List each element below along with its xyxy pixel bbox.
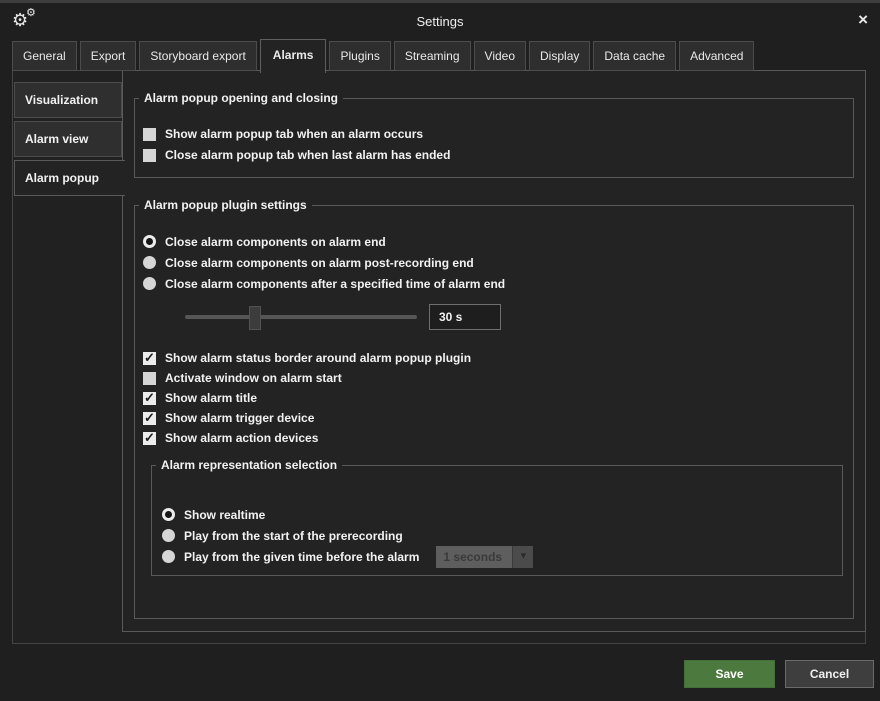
titlebar: ⚙ ⚙ Settings ×	[0, 0, 880, 40]
check-icon: ✓	[144, 390, 155, 405]
side-tab-alarm-view[interactable]: Alarm view	[14, 121, 122, 157]
close-time-slider-thumb[interactable]	[249, 306, 261, 330]
radio-show-realtime[interactable]: Show realtime	[162, 506, 832, 523]
checkbox-activate-window-on-alarm-start[interactable]: Activate window on alarm start	[143, 370, 843, 386]
tab-storyboard-export[interactable]: Storyboard export	[139, 41, 256, 71]
radio-dot	[162, 508, 175, 521]
checkbox-label: Activate window on alarm start	[165, 371, 342, 385]
radio-label: Show realtime	[184, 508, 265, 522]
checkbox-box: ✓	[143, 352, 156, 365]
checkbox-box	[143, 149, 156, 162]
tab-data-cache[interactable]: Data cache	[593, 41, 676, 71]
group-alarm-representation-selection: Alarm representation selection Show real…	[151, 458, 843, 576]
radio-close-on-post-recording-end[interactable]: Close alarm components on alarm post-rec…	[143, 254, 843, 271]
radio-dot	[143, 277, 156, 290]
radio-label: Close alarm components on alarm end	[165, 235, 386, 249]
radio-play-from-prerecording-start[interactable]: Play from the start of the prerecording	[162, 527, 832, 544]
checkbox-box: ✓	[143, 432, 156, 445]
group-title: Alarm representation selection	[156, 458, 342, 472]
save-button[interactable]: Save	[684, 660, 775, 688]
checkbox-show-alarm-popup-tab[interactable]: Show alarm popup tab when an alarm occur…	[143, 126, 843, 142]
check-icon: ✓	[144, 350, 155, 365]
check-icon: ✓	[144, 430, 155, 445]
group-alarm-popup-opening-closing: Alarm popup opening and closing Show ala…	[134, 91, 854, 178]
radio-label: Play from the given time before the alar…	[184, 550, 419, 564]
radio-play-from-given-time[interactable]: Play from the given time before the alar…	[162, 548, 832, 565]
tab-display[interactable]: Display	[529, 41, 590, 71]
close-icon[interactable]: ×	[858, 10, 868, 30]
radio-dot	[143, 256, 156, 269]
radio-dot	[143, 235, 156, 248]
close-time-slider-row	[185, 304, 843, 330]
settings-tabbar: General Export Storyboard export Alarms …	[12, 41, 754, 73]
checkbox-box	[143, 128, 156, 141]
cancel-button[interactable]: Cancel	[785, 660, 874, 688]
close-time-value-input[interactable]	[429, 304, 501, 330]
alarm-popup-settings-panel: Alarm popup opening and closing Show ala…	[122, 70, 866, 632]
checkbox-label: Show alarm trigger device	[165, 411, 314, 425]
checkbox-close-alarm-popup-tab[interactable]: Close alarm popup tab when last alarm ha…	[143, 147, 843, 163]
checkbox-label: Show alarm status border around alarm po…	[165, 351, 471, 365]
radio-dot	[162, 529, 175, 542]
tab-plugins[interactable]: Plugins	[329, 41, 390, 71]
group-title: Alarm popup plugin settings	[139, 198, 312, 212]
tab-export[interactable]: Export	[80, 41, 137, 71]
tab-advanced[interactable]: Advanced	[679, 41, 754, 71]
tab-streaming[interactable]: Streaming	[394, 41, 471, 71]
radio-label: Play from the start of the prerecording	[184, 529, 403, 543]
radio-dot	[162, 550, 175, 563]
checkbox-box: ✓	[143, 392, 156, 405]
checkbox-show-alarm-trigger-device[interactable]: ✓ Show alarm trigger device	[143, 410, 843, 426]
radio-label: Close alarm components after a specified…	[165, 277, 505, 291]
tab-video[interactable]: Video	[474, 41, 526, 71]
radio-close-on-alarm-end[interactable]: Close alarm components on alarm end	[143, 233, 843, 250]
group-title: Alarm popup opening and closing	[139, 91, 343, 105]
side-tab-visualization[interactable]: Visualization	[14, 82, 122, 118]
checkbox-label: Show alarm title	[165, 391, 257, 405]
checkbox-label: Show alarm action devices	[165, 431, 318, 445]
checkbox-label: Show alarm popup tab when an alarm occur…	[165, 127, 423, 141]
checkbox-label: Close alarm popup tab when last alarm ha…	[165, 148, 450, 162]
check-icon: ✓	[144, 410, 155, 425]
checkbox-show-alarm-status-border[interactable]: ✓ Show alarm status border around alarm …	[143, 350, 843, 366]
tab-general[interactable]: General	[12, 41, 77, 71]
tab-alarms[interactable]: Alarms	[260, 39, 327, 73]
close-time-slider-track[interactable]	[185, 315, 417, 319]
radio-close-after-specified-time[interactable]: Close alarm components after a specified…	[143, 275, 843, 292]
seconds-dropdown-value: 1 seconds	[436, 546, 512, 568]
radio-label: Close alarm components on alarm post-rec…	[165, 256, 474, 270]
checkbox-show-alarm-title[interactable]: ✓ Show alarm title	[143, 390, 843, 406]
checkbox-box	[143, 372, 156, 385]
checkbox-box: ✓	[143, 412, 156, 425]
seconds-dropdown[interactable]: 1 seconds ▾	[436, 546, 533, 568]
window-title: Settings	[0, 14, 880, 29]
group-alarm-popup-plugin-settings: Alarm popup plugin settings Close alarm …	[134, 198, 854, 619]
side-tab-alarm-popup[interactable]: Alarm popup	[14, 160, 125, 196]
chevron-down-icon: ▾	[512, 546, 533, 568]
checkbox-show-alarm-action-devices[interactable]: ✓ Show alarm action devices	[143, 430, 843, 446]
